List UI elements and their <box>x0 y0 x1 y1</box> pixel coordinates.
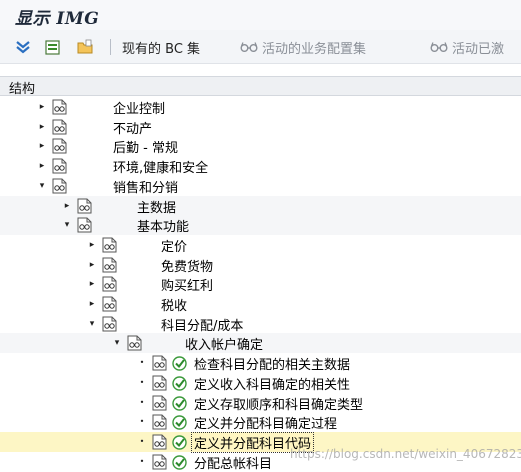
tree-row[interactable]: ▸ 免费货物 <box>0 255 521 275</box>
tree-node-label[interactable]: 定义收入科目确定的相关性 <box>194 374 350 393</box>
tree-row[interactable]: ▾ 销售和分销 <box>0 176 521 196</box>
tree-node-label[interactable]: 检查科目分配的相关主数据 <box>194 354 350 373</box>
tree-row[interactable]: ▸ 不动产 <box>0 117 521 137</box>
execute-activity-icon[interactable] <box>172 395 187 411</box>
tree-row[interactable]: ▸ 税收 <box>0 294 521 314</box>
leaf-bullet-icon: • <box>139 377 145 387</box>
glasses-icon <box>240 42 258 52</box>
expand-arrow-icon[interactable]: ▸ <box>87 259 97 271</box>
expand-arrow-icon[interactable]: ▸ <box>62 200 72 212</box>
documentation-icon[interactable] <box>102 296 117 312</box>
tree-node-label[interactable]: 后勤 - 常规 <box>113 137 178 156</box>
toolbar-separator <box>110 39 111 55</box>
tree-row[interactable]: ▾ 科目分配/成本 <box>0 314 521 334</box>
tree-node-label[interactable]: 购买红利 <box>161 275 213 294</box>
tree-node-label[interactable]: 定义存取顺序和科目确定类型 <box>194 394 363 413</box>
documentation-icon[interactable] <box>52 119 67 135</box>
documentation-icon[interactable] <box>102 276 117 292</box>
tree-row[interactable]: ▸ 购买红利 <box>0 274 521 294</box>
leaf-bullet-icon: • <box>139 417 145 427</box>
activity-config-sets-button[interactable]: 活动的业务配置集 <box>262 38 366 57</box>
structure-label: 结构 <box>9 82 36 97</box>
tree-node-label[interactable]: 定价 <box>161 236 187 255</box>
execute-activity-icon[interactable] <box>172 435 187 450</box>
collapse-arrow-icon[interactable]: ▾ <box>62 219 72 231</box>
tree-node-label[interactable]: 不动产 <box>113 118 152 137</box>
collapse-arrow-icon[interactable]: ▾ <box>87 318 97 330</box>
tree-row[interactable]: ▾ 收入帐户确定 <box>0 333 521 354</box>
leaf-bullet-icon: • <box>139 358 145 368</box>
tree-node-label[interactable]: 环境,健康和安全 <box>113 157 208 176</box>
leaf-bullet-icon: • <box>139 397 145 407</box>
documentation-icon[interactable] <box>77 198 92 214</box>
watermark: https://blog.csdn.net/weixin_40672823 <box>290 447 521 461</box>
documentation-icon[interactable] <box>152 434 167 450</box>
expand-all-icon[interactable] <box>14 38 32 56</box>
tree-node-label[interactable]: 企业控制 <box>113 98 165 117</box>
documentation-icon[interactable] <box>152 355 167 371</box>
tree-row[interactable]: ▸ 环境,健康和安全 <box>0 156 521 176</box>
documentation-icon[interactable] <box>52 99 67 115</box>
expand-arrow-icon[interactable]: ▸ <box>37 160 47 172</box>
tree-row[interactable]: ▸ 主数据 <box>0 195 521 216</box>
documentation-icon[interactable] <box>152 395 167 411</box>
leaf-bullet-icon: • <box>139 436 145 446</box>
documentation-icon[interactable] <box>127 335 142 351</box>
activity-done-button[interactable]: 活动已激 <box>452 38 504 57</box>
page-title: 显示 IMG <box>15 9 100 29</box>
expand-arrow-icon[interactable]: ▸ <box>37 101 47 113</box>
documentation-icon[interactable] <box>52 158 67 174</box>
folder-icon[interactable] <box>76 38 94 56</box>
bc-sets-button[interactable]: 现有的 BC 集 <box>122 38 200 57</box>
tree-row[interactable]: • 检查科目分配的相关主数据 <box>0 353 521 373</box>
documentation-icon[interactable] <box>52 138 67 154</box>
tree-node-label[interactable]: 免费货物 <box>161 256 213 275</box>
tree-row[interactable]: ▸ 定价 <box>0 235 521 255</box>
tree-node-label[interactable]: 收入帐户确定 <box>185 334 263 353</box>
documentation-icon[interactable] <box>152 454 167 470</box>
tree-row[interactable]: • 定义存取顺序和科目确定类型 <box>0 393 521 413</box>
title-bar: 显示 IMG <box>0 0 521 30</box>
tree-row[interactable]: • 定义并分配科目确定过程 <box>0 412 521 432</box>
execute-activity-icon[interactable] <box>172 454 187 470</box>
execute-activity-icon[interactable] <box>172 356 187 371</box>
execute-activity-icon[interactable] <box>172 376 187 391</box>
expand-arrow-icon[interactable]: ▸ <box>37 140 47 152</box>
tree-node-label[interactable]: 税收 <box>161 295 187 314</box>
expand-arrow-icon[interactable]: ▸ <box>87 239 97 251</box>
execute-activity-icon[interactable] <box>172 415 187 430</box>
expand-arrow-icon[interactable]: ▸ <box>37 121 47 133</box>
tree-row[interactable]: ▾ 基本功能 <box>0 215 521 236</box>
tree-node-label[interactable]: 主数据 <box>137 197 176 216</box>
tree-row[interactable]: • 定义收入科目确定的相关性 <box>0 373 521 393</box>
expand-arrow-icon[interactable]: ▸ <box>87 298 97 310</box>
tree-node-label[interactable]: 分配总帐科目 <box>194 453 272 472</box>
leaf-bullet-icon: • <box>139 456 145 466</box>
img-tree: ▸ 企业控制 ▸ 不动产 ▸ 后勤 - 常规 ▸ 环境,健康和安全 ▾ 销售和分销 ▸ 主数据 ▾ 基本功… <box>0 97 521 472</box>
tree-node-label[interactable]: 销售和分销 <box>113 177 178 196</box>
tree-row[interactable]: ▸ 后勤 - 常规 <box>0 136 521 156</box>
documentation-icon[interactable] <box>102 316 117 332</box>
documentation-icon[interactable] <box>77 217 92 233</box>
structure-header: 结构 <box>0 76 521 97</box>
tree-node-label[interactable]: 科目分配/成本 <box>161 315 243 334</box>
documentation-icon[interactable] <box>102 237 117 253</box>
toolbar: 现有的 BC 集 活动的业务配置集 活动已激 <box>0 30 521 64</box>
expand-arrow-icon[interactable]: ▸ <box>87 278 97 290</box>
collapse-icon[interactable] <box>44 38 62 56</box>
tree-node-label[interactable]: 定义并分配科目确定过程 <box>194 413 337 432</box>
collapse-arrow-icon[interactable]: ▾ <box>37 180 47 192</box>
tree-node-label[interactable]: 基本功能 <box>137 216 189 235</box>
documentation-icon[interactable] <box>102 257 117 273</box>
documentation-icon[interactable] <box>152 375 167 391</box>
collapse-arrow-icon[interactable]: ▾ <box>112 337 122 349</box>
documentation-icon[interactable] <box>52 178 67 194</box>
tree-row[interactable]: ▸ 企业控制 <box>0 97 521 117</box>
documentation-icon[interactable] <box>152 414 167 430</box>
glasses-icon <box>430 42 448 52</box>
